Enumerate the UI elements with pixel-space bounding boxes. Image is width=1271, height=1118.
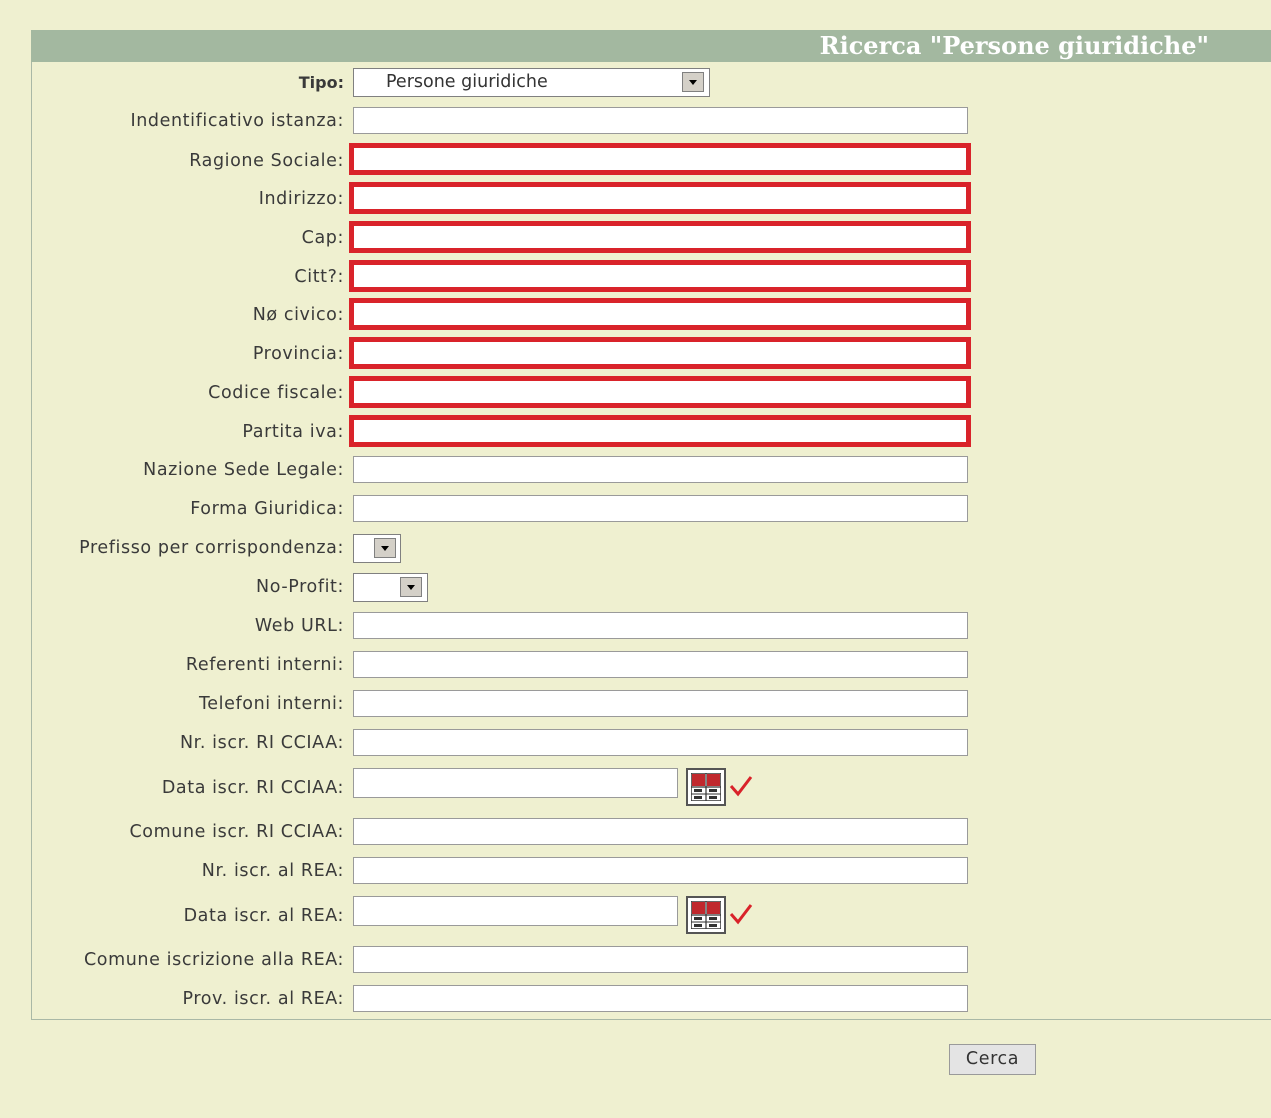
ragione-sociale-input[interactable] xyxy=(349,143,971,175)
data-ri-input[interactable] xyxy=(353,768,678,798)
calendar-icon[interactable] xyxy=(686,896,726,934)
nazione-input[interactable] xyxy=(353,456,968,483)
cap-label: Cap: xyxy=(301,228,344,248)
no-profit-select[interactable] xyxy=(353,573,428,602)
prov-rea-input[interactable] xyxy=(353,985,968,1012)
indirizzo-label: Indirizzo: xyxy=(258,189,344,209)
web-url-input[interactable] xyxy=(353,612,968,639)
web-url-label: Web URL: xyxy=(254,616,344,636)
comune-ri-label: Comune iscr. RI CCIAA: xyxy=(129,822,344,842)
tipo-label: Tipo: xyxy=(298,73,344,92)
tipo-select[interactable]: Persone giuridiche xyxy=(353,68,710,97)
prefisso-label: Prefisso per corrispondenza: xyxy=(79,538,344,558)
panel-header: Ricerca "Persone giuridiche" xyxy=(31,30,1271,62)
civico-label: Nø civico: xyxy=(252,305,344,325)
nr-ri-input[interactable] xyxy=(353,729,968,756)
telefoni-input[interactable] xyxy=(353,690,968,717)
ragione-sociale-label: Ragione Sociale: xyxy=(189,151,344,171)
citta-input[interactable] xyxy=(349,260,971,292)
codice-fiscale-input[interactable] xyxy=(349,376,971,408)
indirizzo-input[interactable] xyxy=(349,182,971,214)
codice-fiscale-label: Codice fiscale: xyxy=(208,383,344,403)
data-rea-input[interactable] xyxy=(353,896,678,926)
nr-rea-input[interactable] xyxy=(353,857,968,884)
citta-label: Citt?: xyxy=(294,267,344,287)
civico-input[interactable] xyxy=(349,298,971,330)
identificativo-label: Indentificativo istanza: xyxy=(130,111,344,131)
telefoni-label: Telefoni interni: xyxy=(198,694,344,714)
checkmark-icon xyxy=(729,904,753,925)
nr-ri-label: Nr. iscr. RI CCIAA: xyxy=(179,733,344,753)
identificativo-input[interactable] xyxy=(353,107,968,134)
forma-giuridica-input[interactable] xyxy=(353,495,968,522)
referenti-label: Referenti interni: xyxy=(185,655,344,675)
chevron-down-icon[interactable] xyxy=(682,72,704,92)
partita-iva-label: Partita iva: xyxy=(242,422,344,442)
chevron-down-icon[interactable] xyxy=(400,577,422,597)
nr-rea-label: Nr. iscr. al REA: xyxy=(201,861,344,881)
page-title: Ricerca "Persone giuridiche" xyxy=(819,31,1209,60)
prefisso-select[interactable] xyxy=(353,534,401,563)
provincia-label: Provincia: xyxy=(252,344,344,364)
partita-iva-input[interactable] xyxy=(349,415,971,447)
comune-rea-label: Comune iscrizione alla REA: xyxy=(83,950,344,970)
prov-rea-label: Prov. iscr. al REA: xyxy=(182,989,344,1009)
referenti-input[interactable] xyxy=(353,651,968,678)
data-ri-label: Data iscr. RI CCIAA: xyxy=(161,778,344,798)
nazione-label: Nazione Sede Legale: xyxy=(143,460,344,480)
cap-input[interactable] xyxy=(349,221,971,253)
provincia-input[interactable] xyxy=(349,337,971,369)
no-profit-label: No-Profit: xyxy=(256,577,344,597)
checkmark-icon xyxy=(729,776,753,797)
forma-giuridica-label: Forma Giuridica: xyxy=(190,499,344,519)
search-button[interactable]: Cerca xyxy=(949,1044,1036,1075)
data-rea-label: Data iscr. al REA: xyxy=(183,906,344,926)
tipo-select-value: Persone giuridiche xyxy=(386,72,548,92)
comune-rea-input[interactable] xyxy=(353,946,968,973)
chevron-down-icon[interactable] xyxy=(374,538,396,558)
comune-ri-input[interactable] xyxy=(353,818,968,845)
calendar-icon[interactable] xyxy=(686,768,726,806)
